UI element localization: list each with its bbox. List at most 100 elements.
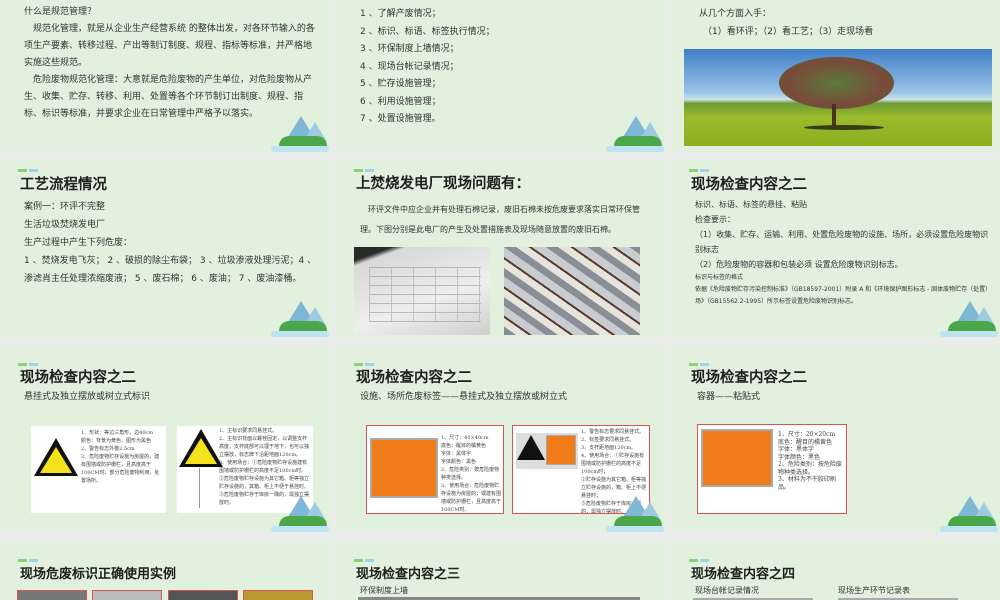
mountain-decoration-icon: [271, 295, 329, 337]
slide-hanging-signs[interactable]: 现场检查内容之二 悬挂式及独立摆放或树立式标识 1、形状：等边三角形，边40cm…: [0, 346, 331, 532]
mountain-decoration-icon: [940, 490, 998, 532]
list-item: 1 、了解产废情况；: [360, 9, 441, 19]
plant-line: 生活垃圾焚烧发电厂: [24, 220, 106, 230]
landscape-photo: [684, 49, 992, 146]
mountain-decoration-icon: [606, 490, 664, 532]
slide-approach[interactable]: 从几个方面入手： （1）看环评；（2）看工艺；（3）走现场看: [671, 0, 1000, 152]
line: （2）危险废物的容器和包装必须 设置危险废物识别标志。: [695, 260, 903, 269]
note: 3、使用场合：危险废物贮存设施为房屋的；或建有围墙或防护栅栏，且高度高于100C…: [441, 483, 502, 513]
note: 1、形状：等边三角形，边40cm: [81, 430, 154, 436]
list-item: 2 、标识、标语、标签执行情况；: [360, 26, 495, 37]
note: 字体颜色：黑色: [778, 453, 821, 461]
slide-subtitle: 悬挂式及独立摆放或树立式标识: [24, 392, 151, 402]
paragraph: 规范化管理，就是从企业生产经营系统 的整体出发，对各环节输入的各项生产要素、转移…: [24, 24, 315, 68]
aspects-text: （1）看环评；（2）看工艺；（3）走现场看: [703, 27, 874, 37]
title-accent-icon: [354, 559, 374, 562]
list-item: 7 、处置设施管理。: [360, 114, 441, 124]
example-photo: [168, 590, 238, 600]
slide-title: 现场检查内容之二: [356, 370, 472, 386]
note: 3、危险废物贮存设施为房屋的，建有围墙或防护栅栏，且高度高于100CM时；部分危…: [81, 454, 160, 484]
slide-ledger-records[interactable]: 现场检查内容之四 现场台帐记录情况 现场生产环节记录表: [671, 540, 1000, 600]
title-accent-icon: [18, 169, 38, 172]
note: 字体：黑体字: [778, 446, 815, 453]
line: 标识、标语、标签的悬挂、粘贴: [695, 200, 807, 209]
slide-title: 现场检查内容之四: [691, 567, 796, 582]
title-accent-icon: [689, 169, 709, 172]
hazard-triangle-icon: [179, 429, 223, 467]
slide-signage-check[interactable]: 现场检查内容之二 标识、标语、标签的悬挂、粘贴 检查要示： （1）收集、贮存、运…: [671, 160, 1000, 337]
slide-subtitle: 设施、场所危废标签——悬挂式及独立摆放或树立式: [360, 392, 568, 402]
slide-container-labels[interactable]: 现场检查内容之二 容器——粘贴式 1、尺寸：20×20cm 底色：醒目的橘黄色 …: [671, 346, 1000, 532]
note: 1、尺寸：20×20cm: [778, 431, 836, 438]
note: 2、警告标志外檐2.5cm: [81, 446, 135, 452]
mountain-decoration-icon: [271, 490, 329, 532]
slide-title: 现场检查内容之二: [691, 370, 807, 386]
note: 1、警告标志要求同悬挂式。: [581, 429, 645, 435]
note: 3、使用场合：①危险废物贮存设施建有围墙或防护栅栏的高度不足100cm时。: [219, 460, 308, 474]
example-photo: [92, 590, 162, 600]
slide-site-problems[interactable]: 上焚烧发电厂现场问题有： 环评文件中应企业并有处理石棉记录，废旧石棉未按危废要求…: [336, 160, 666, 337]
hazard-triangle-icon: [34, 438, 78, 476]
note: ②危险废物贮存设施为其它箱、柜等独立贮存设施的，其箱、柜上不便于悬挂时。: [219, 476, 310, 490]
note: 颜色：背景为黄色，图形为黑色: [81, 438, 152, 444]
slide-process-flow[interactable]: 工艺流程情况 案例一：环评不完整 生活垃圾焚烧发电厂 生产过程中产生下列危废： …: [0, 160, 331, 337]
line: 标识与标签的格式: [695, 274, 744, 281]
slide-rules-on-wall[interactable]: 现场检查内容之三 环保制度上墙: [336, 540, 666, 600]
note: 2、危险类别：按危险废物种类选择。: [778, 461, 842, 476]
slide-subtitle-2: 现场生产环节记录表: [838, 586, 910, 595]
orange-label: [370, 438, 438, 498]
facility-label-image: 1、尺寸：40×40cm 底色：醒目的橘黄色 字体：黑体字 字体颜色：黑色 2、…: [366, 425, 504, 514]
title-accent-icon: [18, 559, 38, 562]
list: 1 、了解产废情况； 2 、标识、标语、标签执行情况； 3 、环保制度上墙情况；…: [360, 6, 495, 129]
slide-normative-management[interactable]: 什么是规范管理？ 规范化管理，就是从企业生产经营系统 的整体出发，对各环节输入的…: [0, 0, 331, 152]
note: 底色：醒目的橘黄色: [778, 438, 833, 446]
mountain-decoration-icon: [606, 110, 664, 152]
title-accent-icon: [689, 559, 709, 562]
list-item: 5 、贮存设施管理；: [360, 79, 441, 89]
note: 字体颜色：黑色: [441, 459, 477, 465]
question-text: 什么是规范管理？: [24, 7, 97, 17]
body: 标识、标语、标签的悬挂、粘贴 检查要示： （1）收集、贮存、运输、利用、处置危险…: [695, 197, 991, 308]
example-photo: [243, 590, 313, 600]
list-item: 3 、环保制度上墙情况；: [360, 44, 459, 54]
slide-title: 现场危废标识正确使用实例: [20, 567, 177, 582]
slide-correct-usage-examples[interactable]: 现场危废标识正确使用实例: [0, 540, 331, 600]
orange-label: [701, 429, 773, 487]
note: 3、支杆距地面120cm。: [581, 445, 637, 451]
note: 底色：醒目的橘黄色: [441, 443, 487, 449]
mountain-decoration-icon: [271, 110, 329, 152]
slide-inspection-list[interactable]: 1 、了解产废情况； 2 、标识、标语、标签执行情况； 3 、环保制度上墙情况；…: [336, 0, 666, 152]
note: 2、危险类别：按危险废物种类选择。: [441, 467, 500, 481]
slide-subtitle: 现场台帐记录情况: [695, 586, 759, 595]
note: 3、材料为不干胶印刷品。: [778, 476, 836, 491]
example-photo: [17, 590, 87, 600]
slide-title: 现场检查内容之二: [691, 177, 807, 193]
body: 案例一：环评不完整 生活垃圾焚烧发电厂 生产过程中产生下列危废： 1 、焚烧发电…: [24, 198, 320, 288]
note: 1、主标识要求同悬挂式。: [219, 428, 278, 434]
line: 检查要示：: [695, 215, 735, 224]
note: 1、尺寸：40×40cm: [441, 435, 489, 441]
slide-title: 现场检查内容之三: [356, 567, 461, 582]
measures-table-photo: [354, 247, 490, 335]
waste-list: 1 、焚烧发电飞灰； 2 、破损的除尘布袋； 3 、垃圾渗液处理污泥；4 、渗滤…: [24, 256, 317, 284]
list-item: 4 、现场台帐记录情况；: [360, 61, 459, 72]
slide-facility-labels[interactable]: 现场检查内容之二 设施、场所危废标签——悬挂式及独立摆放或树立式 1、尺寸：40…: [336, 346, 666, 532]
slide-subtitle: 容器——粘贴式: [697, 392, 761, 402]
list-item: 6 、利用设施管理；: [360, 96, 441, 107]
hazard-triangle-icon: [517, 435, 545, 460]
slide-title: 工艺流程情况: [20, 177, 107, 193]
note: 4、使用场合：①贮存设施有围墙或防护栅栏的高度不足100cm时；: [581, 453, 645, 475]
case-line: 案例一：环评不完整: [24, 202, 106, 212]
slide-title: 现场检查内容之二: [20, 370, 136, 386]
note: 2、标签要求同悬挂式。: [581, 437, 635, 443]
heading-text: 从几个方面入手：: [699, 9, 772, 19]
hanging-sign-image: 1、形状：等边三角形，边40cm 颜色：背景为黄色，图形为黑色 2、警告标志外檐…: [31, 426, 166, 513]
note: 字体：黑体字: [441, 451, 472, 457]
container-label-image: 1、尺寸：20×20cm 底色：醒目的橘黄色 字体：黑体字 字体颜色：黑色 2、…: [697, 424, 847, 514]
slide-title: 上焚烧发电厂现场问题有：: [356, 176, 530, 192]
line: （1）收集、贮存、运输、利用、处置危险废物的设施、场所，必须设置危险废物识别标志: [695, 230, 989, 254]
mountain-decoration-icon: [940, 295, 998, 337]
intro-line: 生产过程中产生下列危废：: [24, 238, 133, 248]
asbestos-waste-photo: [504, 247, 640, 335]
paragraph: 环评文件中应企业并有处理石棉记录，废旧石棉未按危废要求落实日常环保管理。下图分别…: [360, 205, 640, 234]
